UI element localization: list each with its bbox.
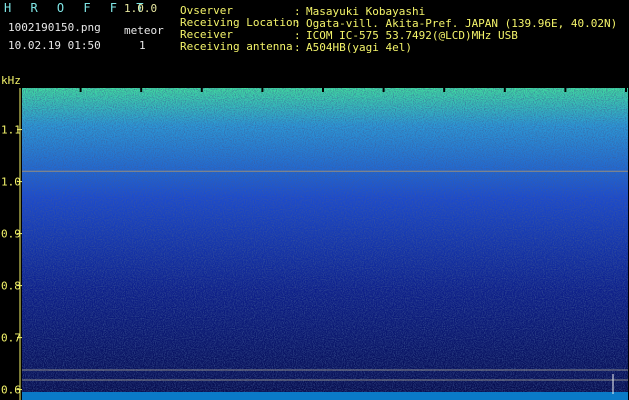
time-tick-label: 0159 <box>536 75 563 88</box>
capture-datetime: 10.02.19 01:50 <box>8 39 101 52</box>
y-axis: kHz1.11.00.90.80.70.6 <box>1 74 22 400</box>
time-tick-label: 0152 <box>112 75 139 88</box>
info-value-antenna: A504HB(yagi 4el) <box>306 41 412 54</box>
time-tick-label: 0156 <box>355 75 382 88</box>
time-tick-label: 0157 <box>415 75 442 88</box>
time-tick-label: 0155 <box>294 75 321 88</box>
floor-band <box>22 392 628 400</box>
info-label-antenna: Receiving antenna <box>180 40 293 53</box>
y-tick-label: 1.1 <box>1 124 21 137</box>
y-axis-unit: kHz <box>1 74 21 87</box>
app-version: 1.0.0 <box>124 2 158 15</box>
y-tick-label: 1.0 <box>1 176 21 189</box>
info-separator: : <box>294 41 301 54</box>
file-name: 1002190150.png <box>8 21 101 34</box>
time-tick-label: 0200 <box>597 75 624 88</box>
time-tick-label: 0153 <box>173 75 200 88</box>
time-tick-label: 0154 <box>233 75 260 88</box>
spectrogram-chart: kHz1.11.00.90.80.70.6 0151 0152 0153 0154 01… <box>1 74 628 400</box>
meteor-count: 1 <box>139 39 146 52</box>
meteor-label: meteor <box>124 24 164 37</box>
time-tick-label: 0158 <box>476 75 503 88</box>
spectrogram-noise <box>22 88 628 400</box>
time-tick-label: 0151 <box>52 75 79 88</box>
